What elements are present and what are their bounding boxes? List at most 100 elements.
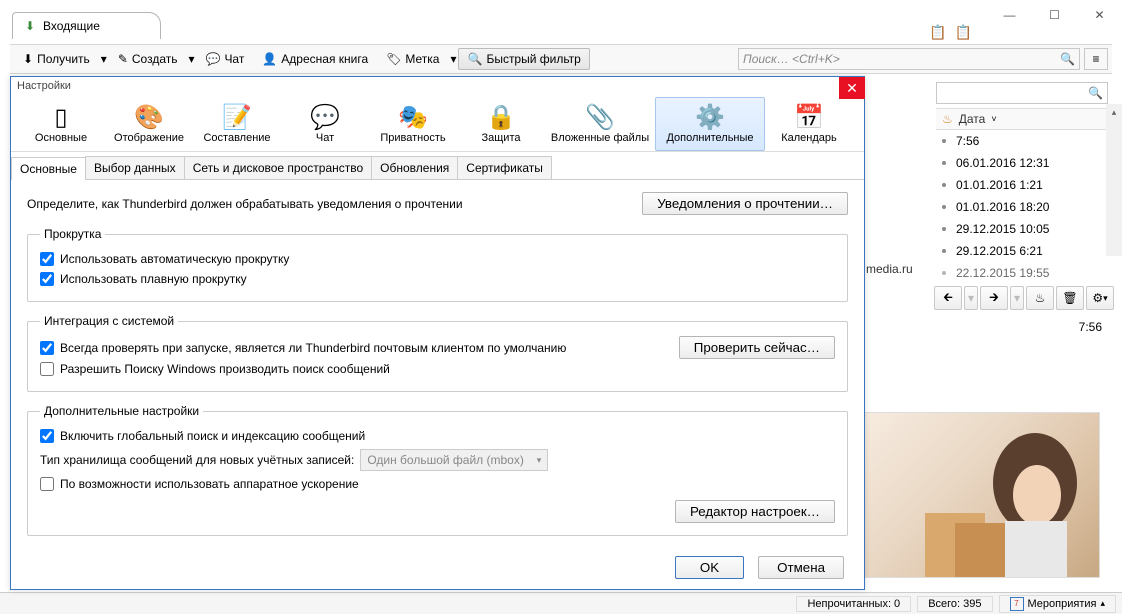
list-item[interactable]: 22.12.2015 19:55 (936, 262, 1122, 284)
forward-dropdown[interactable]: ▾ (1010, 286, 1024, 310)
tab-inbox[interactable]: ⬇ Входящие (12, 12, 161, 39)
message-time: 7:56 (1079, 320, 1102, 334)
column-header[interactable]: ♨ Дата ˅ ▦ (936, 108, 1122, 130)
list-item[interactable]: 29.12.2015 10:05 (936, 218, 1122, 240)
cat-privacy[interactable]: 🎭Приватность (369, 97, 457, 151)
cat-general[interactable]: ▯Основные (17, 97, 105, 151)
delete-button[interactable]: 🗑 (1056, 286, 1084, 310)
calendar-icon: 7 (1010, 597, 1024, 611)
app-menu-button[interactable]: ≡ (1084, 48, 1108, 70)
list-item[interactable]: 06.01.2016 12:31 (936, 152, 1122, 174)
autoscroll-checkbox[interactable] (40, 252, 54, 266)
subtab-network[interactable]: Сеть и дисковое пространство (184, 156, 372, 179)
events-button[interactable]: 7 Мероприятия ▴ (999, 595, 1117, 613)
default-client-row[interactable]: Всегда проверять при запуске, является л… (40, 338, 566, 358)
chat-icon: 💬 (284, 102, 366, 132)
cancel-button[interactable]: Отмена (758, 556, 844, 579)
flame-icon: ♨ (942, 112, 953, 126)
paperclip-icon: 📎 (548, 102, 652, 132)
receive-button[interactable]: ⬇Получить (14, 48, 99, 70)
chat-button[interactable]: 💬Чат (196, 48, 253, 70)
cat-calendar[interactable]: 📅Календарь (765, 97, 853, 151)
palette-icon: 🎨 (108, 102, 190, 132)
read-receipt-button[interactable]: Уведомления о прочтении… (642, 192, 848, 215)
column-search[interactable]: 🔍 (936, 82, 1108, 104)
close-window-button[interactable]: ✕ (1077, 0, 1122, 30)
winsearch-checkbox[interactable] (40, 362, 54, 376)
chat-icon: 💬 (205, 52, 220, 66)
tasks-icon[interactable]: 📋 (955, 24, 972, 41)
compose-button[interactable]: ✎Создать (109, 48, 187, 70)
download-icon: ⬇ (23, 52, 33, 66)
global-search-checkbox[interactable] (40, 429, 54, 443)
receive-dropdown[interactable]: ▾ (99, 52, 109, 66)
mask-icon: 🎭 (372, 102, 454, 132)
quickfilter-button[interactable]: 🔍Быстрый фильтр (458, 48, 589, 70)
search-input[interactable]: Поиск… <Ctrl+K> 🔍 (738, 48, 1080, 70)
page-icon: ▯ (20, 102, 102, 132)
minimize-button[interactable]: — (987, 0, 1032, 30)
scrollbar[interactable]: ▴ (1106, 104, 1122, 256)
list-item[interactable]: 7:56 (936, 130, 1122, 152)
addressbook-button[interactable]: 👤Адресная книга (253, 48, 377, 70)
message-nav-toolbar: 🡰 ▾ 🡲 ▾ ♨ 🗑 ⚙▾ (934, 286, 1114, 310)
calendar-icon: 📅 (768, 102, 850, 132)
unread-dot (942, 227, 946, 231)
calendar-icon[interactable]: 📋 (929, 24, 946, 41)
ok-button[interactable]: OK (675, 556, 744, 579)
cat-advanced[interactable]: ⚙️Дополнительные (655, 97, 765, 151)
tag-dropdown[interactable]: ▾ (448, 52, 458, 66)
tag-button[interactable]: 🏷Метка (377, 48, 448, 70)
smoothscroll-checkbox-row[interactable]: Использовать плавную прокрутку (40, 269, 835, 289)
back-dropdown[interactable]: ▾ (964, 286, 978, 310)
cat-chat[interactable]: 💬Чат (281, 97, 369, 151)
system-legend: Интеграция с системой (40, 314, 178, 328)
filter-icon: 🔍 (467, 52, 482, 66)
hw-accel-row[interactable]: По возможности использовать аппаратное у… (40, 474, 835, 494)
scroll-legend: Прокрутка (40, 227, 105, 241)
trash-icon: 🗑 (1062, 291, 1077, 305)
pencil-icon: ✎ (118, 52, 128, 66)
settings-dialog: Настройки ✕ ▯Основные 🎨Отображение 📝Сост… (10, 76, 865, 590)
global-search-row[interactable]: Включить глобальный поиск и индексацию с… (40, 426, 835, 446)
forward-button[interactable]: 🡲 (980, 286, 1008, 310)
unread-dot (942, 249, 946, 253)
cat-compose[interactable]: 📝Составление (193, 97, 281, 151)
unread-count: Непрочитанных: 0 (796, 596, 911, 612)
attachment-preview (864, 412, 1100, 578)
calendar-icons: 📋 📋 (929, 24, 972, 41)
back-button[interactable]: 🡰 (934, 286, 962, 310)
subtab-updates[interactable]: Обновления (371, 156, 458, 179)
cat-display[interactable]: 🎨Отображение (105, 97, 193, 151)
dialog-footer: OK Отмена (675, 556, 844, 579)
default-client-checkbox[interactable] (40, 341, 54, 355)
inbox-icon: ⬇ (23, 19, 37, 33)
subtab-data[interactable]: Выбор данных (85, 156, 185, 179)
winsearch-row[interactable]: Разрешить Поиску Windows производить пои… (40, 359, 835, 379)
extra-fieldset: Дополнительные настройки Включить глобал… (27, 404, 848, 536)
list-item[interactable]: 01.01.2016 1:21 (936, 174, 1122, 196)
dialog-close-button[interactable]: ✕ (839, 77, 865, 99)
main-toolbar: ⬇Получить ▾ ✎Создать ▾ 💬Чат 👤Адресная кн… (10, 44, 1112, 74)
cat-attachments[interactable]: 📎Вложенные файлы (545, 97, 655, 151)
hw-accel-checkbox[interactable] (40, 477, 54, 491)
list-item[interactable]: 01.01.2016 18:20 (936, 196, 1122, 218)
check-now-button[interactable]: Проверить сейчас… (679, 336, 835, 359)
message-column: 🔍 ♨ Дата ˅ ▦ 7:56 06.01.2016 12:31 01.01… (936, 82, 1122, 284)
config-editor-button[interactable]: Редактор настроек… (675, 500, 835, 523)
message-list: 7:56 06.01.2016 12:31 01.01.2016 1:21 01… (936, 130, 1122, 284)
smoothscroll-checkbox[interactable] (40, 272, 54, 286)
cat-security[interactable]: 🔒Защита (457, 97, 545, 151)
junk-button[interactable]: ♨ (1026, 286, 1054, 310)
maximize-button[interactable]: ☐ (1032, 0, 1077, 30)
autoscroll-checkbox-row[interactable]: Использовать автоматическую прокрутку (40, 249, 835, 269)
subtab-certs[interactable]: Сертификаты (457, 156, 552, 179)
scroll-up-button[interactable]: ▴ (1106, 104, 1122, 120)
compose-dropdown[interactable]: ▾ (186, 52, 196, 66)
extra-legend: Дополнительные настройки (40, 404, 203, 418)
read-receipt-desc: Определите, как Thunderbird должен обраб… (27, 197, 463, 211)
list-item[interactable]: 29.12.2015 6:21 (936, 240, 1122, 262)
dialog-title: Настройки (11, 77, 864, 95)
subtab-general[interactable]: Основные (11, 157, 86, 180)
more-button[interactable]: ⚙▾ (1086, 286, 1114, 310)
